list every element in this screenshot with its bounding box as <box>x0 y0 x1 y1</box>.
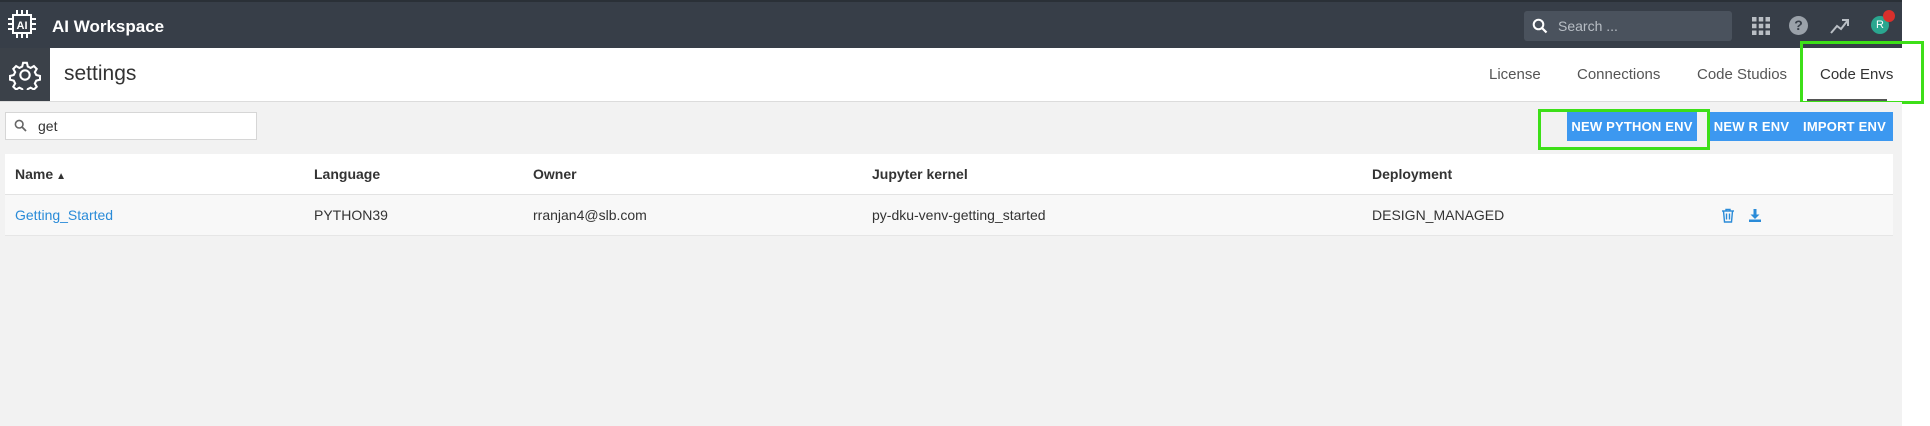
logo-text: AI <box>17 20 28 32</box>
column-header-deployment[interactable]: Deployment <box>1372 166 1452 182</box>
gear-icon <box>9 61 41 90</box>
apps-grid-icon[interactable] <box>1750 15 1772 37</box>
tab-code-studios[interactable]: Code Studios <box>1697 66 1787 83</box>
code-envs-table: Name ▲ Language Owner Jupyter kernel Depl… <box>5 154 1893 236</box>
column-header-jupyter-kernel[interactable]: Jupyter kernel <box>872 166 968 182</box>
table-row: Getting_Started PYTHON39 rranjan4@slb.co… <box>5 195 1893 236</box>
filter-input[interactable] <box>38 118 238 134</box>
tab-license[interactable]: License <box>1489 66 1541 83</box>
new-r-env-button[interactable]: NEW R ENV <box>1707 112 1796 141</box>
import-env-button[interactable]: IMPORT ENV <box>1796 112 1893 141</box>
search-input[interactable] <box>1558 18 1718 34</box>
filter-box[interactable] <box>5 112 257 140</box>
trash-icon[interactable] <box>1721 208 1735 223</box>
sort-ascending-icon: ▲ <box>56 171 67 182</box>
table-header: Name ▲ Language Owner Jupyter kernel Depl… <box>5 154 1893 195</box>
help-icon[interactable]: ? <box>1789 16 1808 35</box>
top-navbar: AI AI Workspace ? R <box>0 0 1902 48</box>
settings-icon-box <box>0 48 50 101</box>
search-icon <box>1532 18 1548 34</box>
tab-connections[interactable]: Connections <box>1577 66 1660 83</box>
active-tab-indicator <box>1807 99 1887 101</box>
new-python-env-button[interactable]: NEW PYTHON ENV <box>1567 112 1697 141</box>
env-language: PYTHON39 <box>314 207 388 223</box>
env-jupyter-kernel: py-dku-venv-getting_started <box>872 207 1046 223</box>
env-owner: rranjan4@slb.com <box>533 207 647 223</box>
app-name[interactable]: AI Workspace <box>52 17 164 37</box>
page-title: settings <box>64 62 137 85</box>
global-search[interactable] <box>1524 11 1732 41</box>
download-icon[interactable] <box>1748 208 1762 223</box>
search-icon <box>14 119 27 132</box>
column-header-name[interactable]: Name ▲ <box>15 166 66 182</box>
main-content: NEW PYTHON ENV NEW R ENV IMPORT ENV Name… <box>0 102 1902 426</box>
ai-chip-logo-icon[interactable]: AI <box>6 8 38 40</box>
tab-code-envs[interactable]: Code Envs <box>1820 66 1893 83</box>
notification-badge <box>1883 10 1895 22</box>
column-header-owner[interactable]: Owner <box>533 166 577 182</box>
env-deployment: DESIGN_MANAGED <box>1372 207 1505 223</box>
env-name-link[interactable]: Getting_Started <box>15 207 113 223</box>
column-header-language[interactable]: Language <box>314 166 380 182</box>
settings-header: settings License Connections Code Studio… <box>0 48 1902 102</box>
trending-up-icon[interactable] <box>1829 15 1851 37</box>
